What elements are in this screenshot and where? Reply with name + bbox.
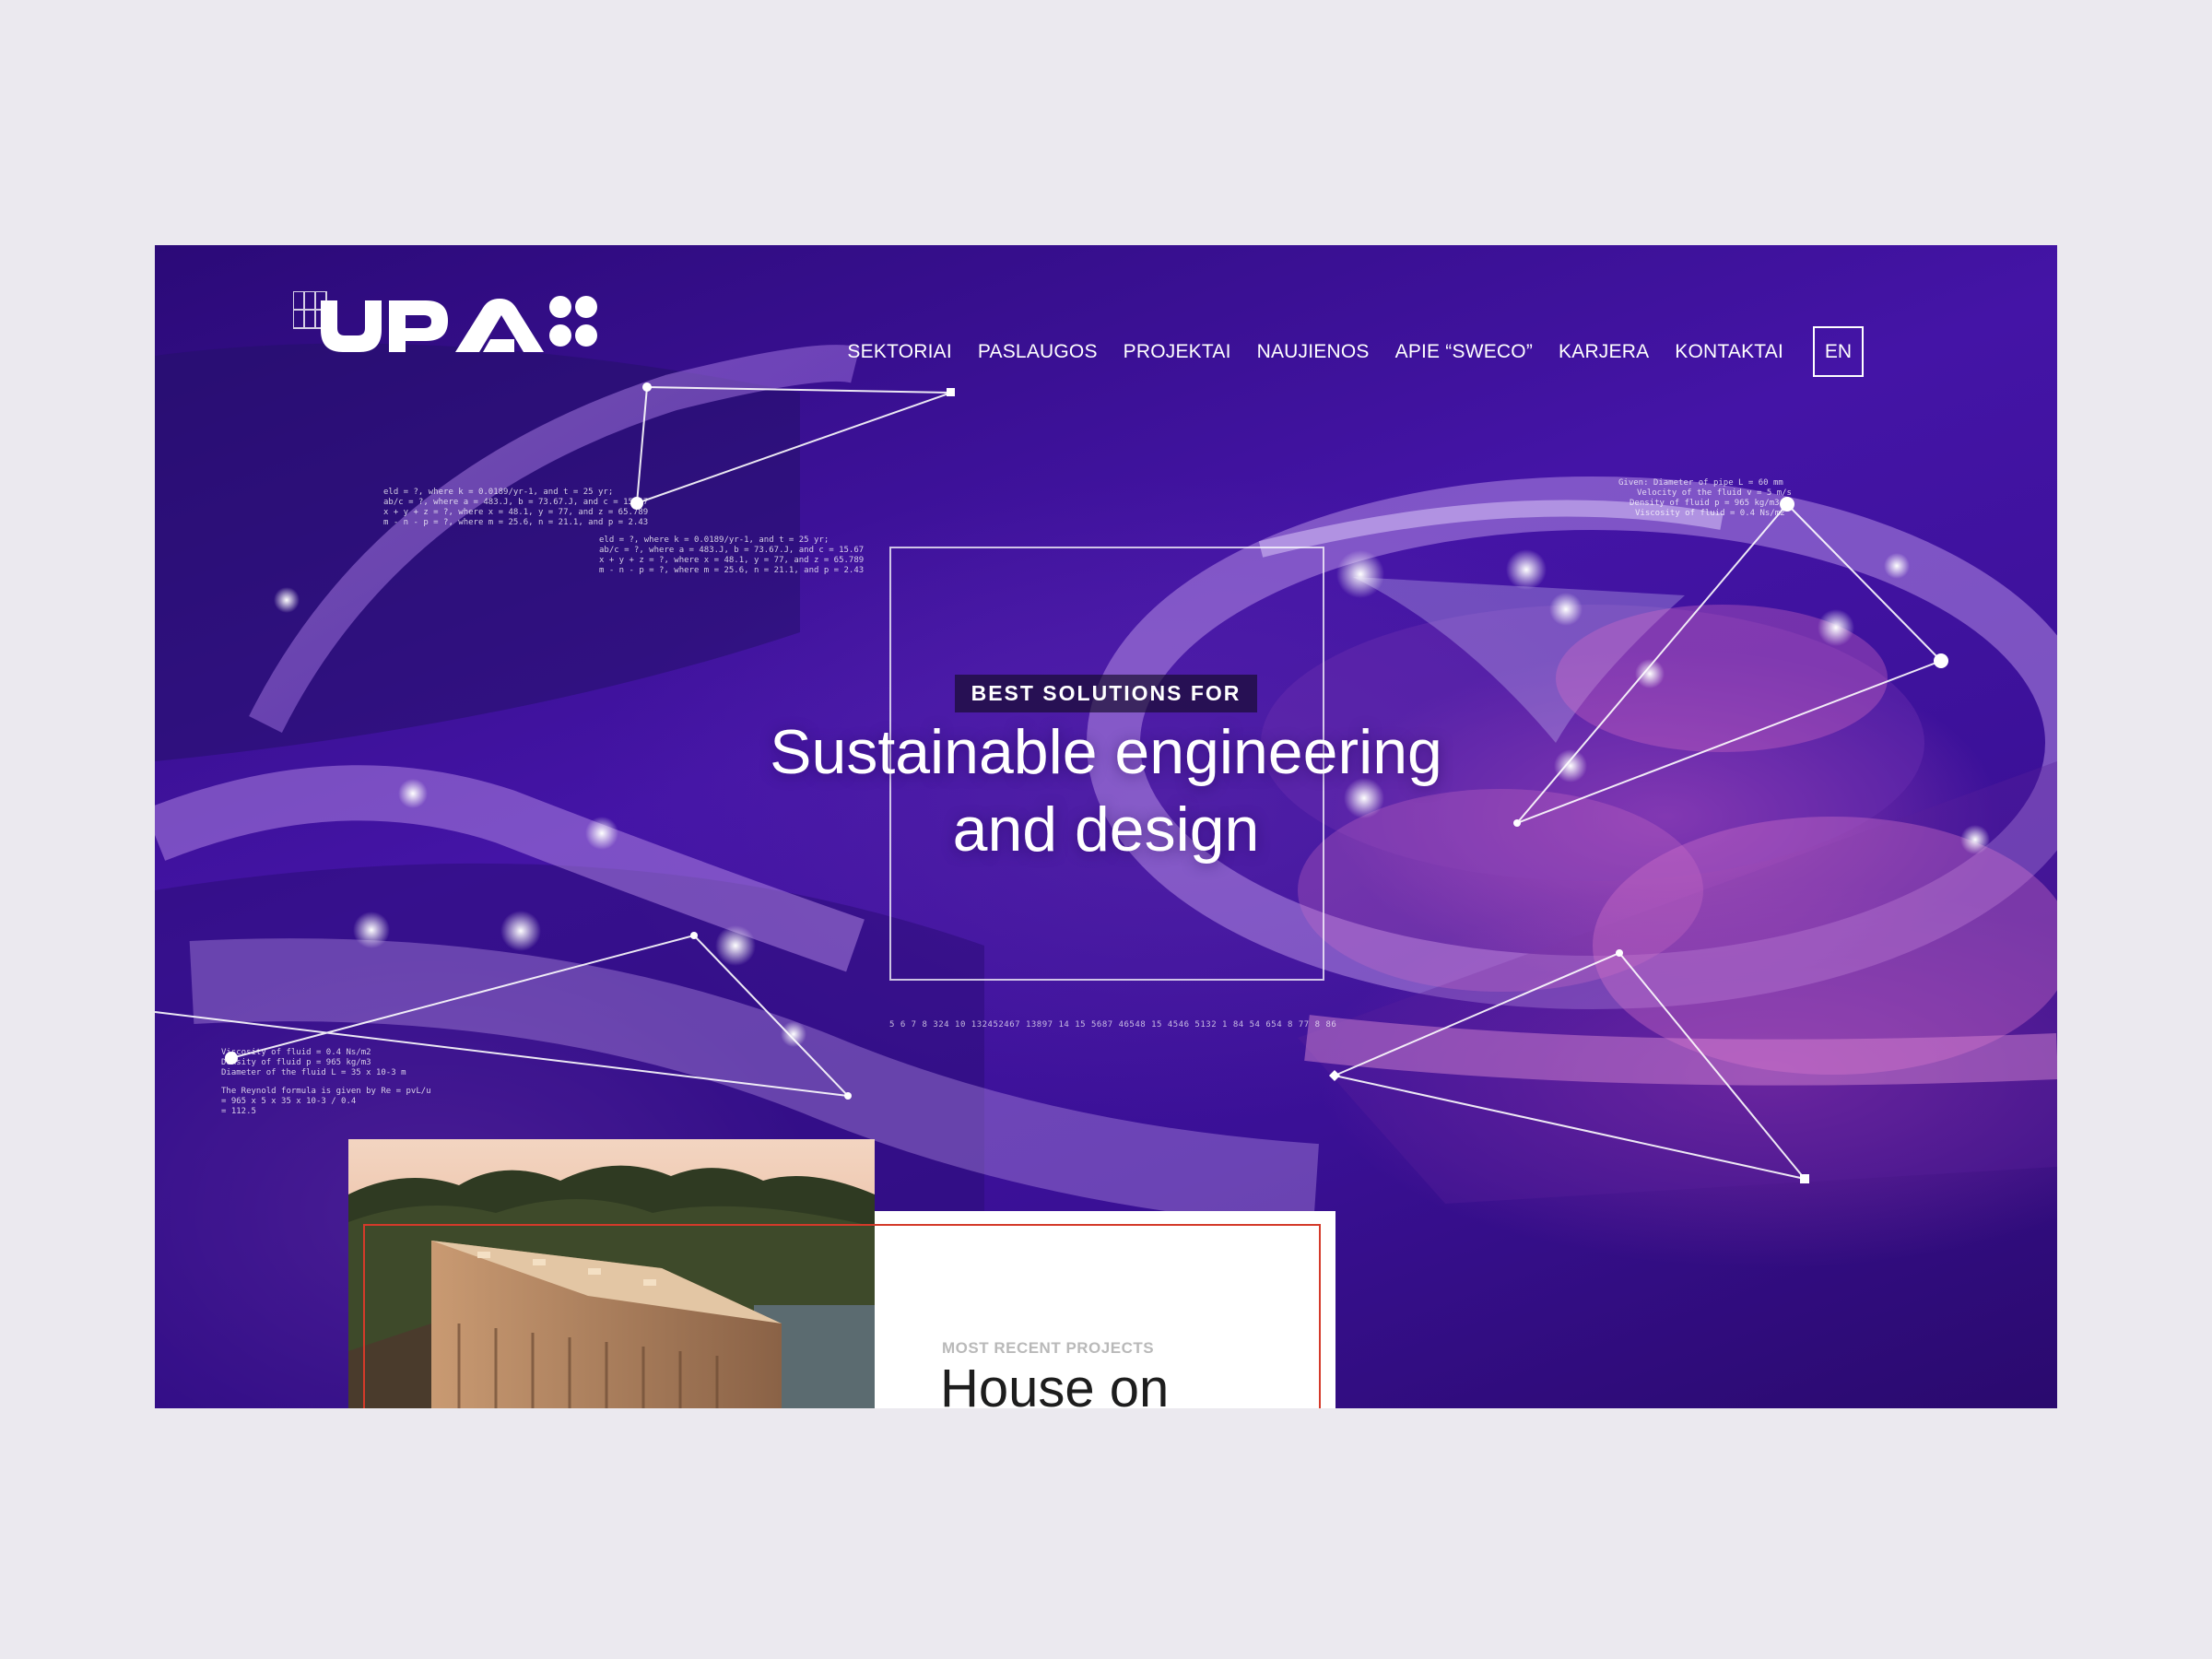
main-nav: SEKTORIAI PASLAUGOS PROJEKTAI NAUJIENOS … [847, 326, 1864, 377]
language-switch-button[interactable]: EN [1813, 326, 1864, 377]
logo-mark [292, 290, 597, 352]
browser-viewport: eld = ?, where k = 0.0189/yr-1, and t = … [155, 245, 2057, 1408]
hero-title-line-1: Sustainable engineering [770, 717, 1442, 787]
accent-red-frame [363, 1224, 1321, 1408]
hero-eyebrow: BEST SOLUTIONS FOR [954, 675, 1258, 712]
nav-item-naujienos[interactable]: NAUJIENOS [1257, 341, 1370, 363]
hero-title: Sustainable engineering and design [155, 713, 2057, 868]
nav-item-paslaugos[interactable]: PASLAUGOS [978, 341, 1098, 363]
hero-title-line-2: and design [952, 794, 1260, 865]
nav-item-sektoriai[interactable]: SEKTORIAI [847, 341, 951, 363]
formula-text-1: eld = ?, where k = 0.0189/yr-1, and t = … [383, 488, 653, 527]
nav-item-projektai[interactable]: PROJEKTAI [1124, 341, 1231, 363]
nav-item-kontaktai[interactable]: KONTAKTAI [1675, 341, 1783, 363]
formula-text-2: eld = ?, where k = 0.0189/yr-1, and t = … [599, 535, 869, 575]
recent-project-title[interactable]: House on [940, 1355, 1169, 1408]
nav-item-karjera[interactable]: KARJERA [1559, 341, 1649, 363]
hero-number-strip: 5 6 7 8 324 10 132452467 13897 14 15 568… [889, 1020, 1337, 1030]
hero-eyebrow-wrap: BEST SOLUTIONS FOR [155, 675, 2057, 712]
upa-logo[interactable] [292, 290, 606, 356]
formula-text-3: Given: Diameter of pipe L = 60 mm Veloci… [1618, 478, 1796, 518]
nav-item-apie-sweco[interactable]: APIE “SWECO” [1395, 341, 1533, 363]
